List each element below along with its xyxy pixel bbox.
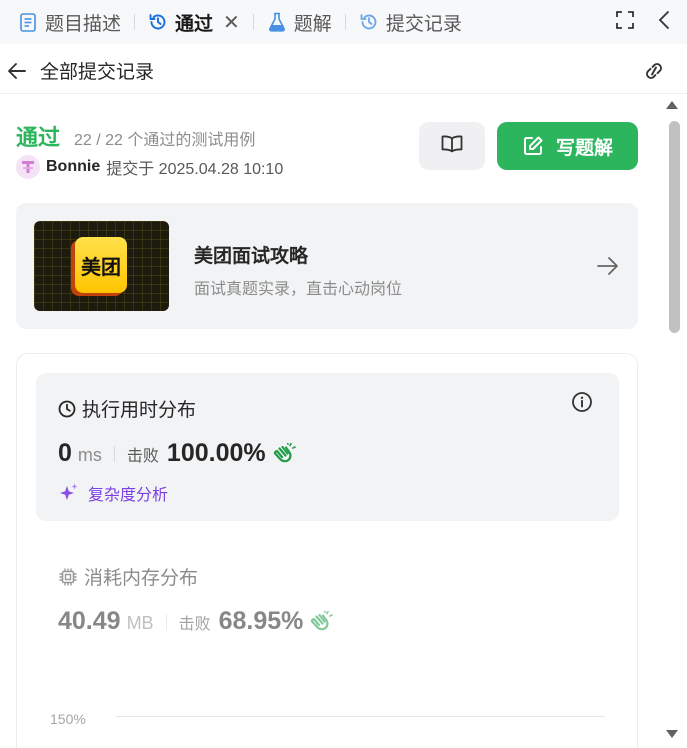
tab-bar: 题目描述 通过 ✕ 题解 提交记录 [0,0,687,44]
tab-label: 通过 [175,13,214,35]
submission-header: 全部提交记录 [0,48,687,94]
tab-solutions[interactable]: 题解 [261,0,338,44]
memory-title: 消耗内存分布 [84,568,199,589]
arrow-left-icon[interactable] [6,60,28,82]
close-icon[interactable]: ✕ [223,10,240,35]
clap-icon [309,610,334,633]
promo-title: 美团面试攻略 [194,246,309,267]
fullscreen-icon[interactable] [615,10,635,35]
submitted-time: 提交于 2025.04.28 10:10 [106,161,284,178]
promo-subtitle: 面试真题实录，直击心动岗位 [194,281,403,298]
complexity-label: 复杂度分析 [88,487,169,504]
flask-icon [267,12,287,32]
memory-beat-percent: 68.95% [218,607,304,635]
write-solution-button[interactable]: 写题解 [497,122,638,170]
chart-axis-label: 150% [50,711,86,727]
memory-unit: MB [126,613,154,633]
submission-status: 通过 22 / 22 个通过的测试用例 [16,120,255,152]
clock-icon [58,400,76,418]
link-icon[interactable] [641,60,667,87]
scroll-up-arrow[interactable] [666,101,678,109]
clap-icon [272,442,296,465]
notes-button[interactable] [419,122,485,170]
scroll-down-arrow[interactable] [666,730,678,738]
tab-accepted[interactable]: 通过 ✕ [142,0,246,44]
page-title: 全部提交记录 [40,62,155,83]
tab-label: 题目描述 [45,13,122,35]
chip-icon [58,567,78,587]
runtime-title: 执行用时分布 [82,400,197,421]
memory-value: 40.49 [58,607,121,635]
document-icon [18,12,38,32]
promo-image: 美团 [34,221,169,311]
runtime-beat-percent: 100.00% [166,439,266,467]
chart-gridline [116,716,605,717]
tab-divider [252,14,254,30]
book-icon [440,134,464,159]
history-icon [359,12,379,32]
promo-card[interactable]: 美团 美团面试攻略 面试真题实录，直击心动岗位 [16,203,638,329]
runtime-value: 0 [58,439,72,467]
tab-divider [134,14,136,30]
submitter-info: Bonnie 提交于 2025.04.28 10:10 [16,155,283,179]
user-name[interactable]: Bonnie [46,158,100,176]
arrow-right-icon [596,255,620,282]
tab-submissions[interactable]: 提交记录 [353,0,468,44]
test-cases-count: 22 / 22 个通过的测试用例 [74,132,256,149]
divider [113,445,115,462]
runtime-card[interactable]: 执行用时分布 0 ms 击败 100.00% 复杂度分析 [36,373,619,521]
complexity-analysis-link[interactable]: 复杂度分析 [58,481,168,505]
status-badge: 通过 [16,125,61,150]
write-solution-label: 写题解 [555,137,613,159]
beat-label: 击败 [178,616,211,633]
divider [165,613,167,630]
history-icon [148,12,168,32]
edit-icon [522,135,544,157]
avatar[interactable] [16,155,40,179]
chevron-left-icon[interactable] [657,10,671,35]
tab-divider [344,14,346,30]
info-icon[interactable] [571,391,593,418]
memory-header[interactable]: 消耗内存分布 [58,563,198,590]
tab-label: 提交记录 [385,13,462,35]
runtime-unit: ms [77,445,102,465]
scrollbar-thumb[interactable] [669,121,680,333]
tab-description[interactable]: 题目描述 [12,0,127,44]
sparkle-icon [58,482,80,504]
meituan-logo: 美团 [75,237,127,293]
memory-stats: 40.49 MB 击败 68.95% [58,607,334,636]
beat-label: 击败 [126,448,159,465]
tab-label: 题解 [293,13,332,35]
